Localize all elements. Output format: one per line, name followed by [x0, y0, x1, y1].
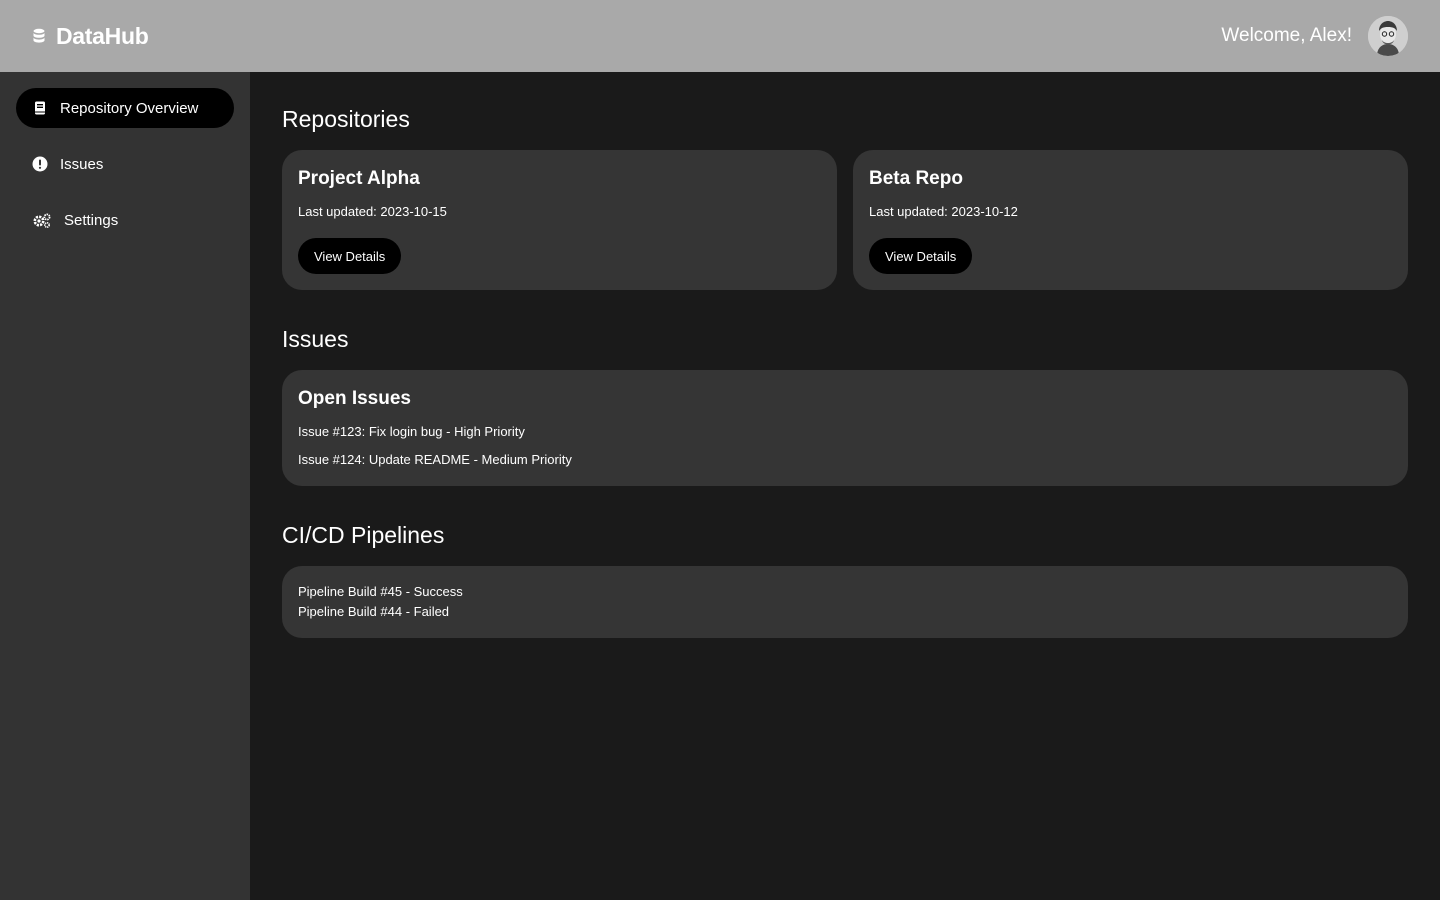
- repository-card: Beta Repo Last updated: 2023-10-12 View …: [853, 150, 1408, 290]
- repository-grid: Project Alpha Last updated: 2023-10-15 V…: [282, 150, 1408, 290]
- welcome-text: Welcome, Alex!: [1221, 25, 1352, 46]
- cogs-icon: [32, 212, 52, 229]
- repository-name: Beta Repo: [869, 168, 963, 189]
- issues-title: Issues: [282, 326, 349, 352]
- database-icon: [32, 28, 46, 44]
- exclamation-circle-icon: [32, 156, 48, 172]
- repository-name: Project Alpha: [298, 168, 420, 189]
- pipelines-card: Pipeline Build #45 - Success Pipeline Bu…: [282, 566, 1408, 638]
- pipeline-item[interactable]: Pipeline Build #45 - Success: [298, 582, 1392, 602]
- issue-item[interactable]: Issue #123: Fix login bug - High Priorit…: [298, 422, 1392, 442]
- sidebar-item-settings[interactable]: Settings: [16, 200, 234, 240]
- pipelines-title: CI/CD Pipelines: [282, 522, 445, 548]
- sidebar-item-label: Issues: [60, 155, 104, 173]
- brand[interactable]: DataHub: [32, 22, 149, 50]
- repositories-title: Repositories: [282, 106, 410, 132]
- user-area: Welcome, Alex!: [1221, 16, 1408, 56]
- main-content: Repositories Project Alpha Last updated:…: [250, 72, 1440, 900]
- sidebar-item-label: Repository Overview: [60, 99, 199, 117]
- brand-name: DataHub: [56, 22, 149, 49]
- sidebar-item-label: Settings: [64, 211, 119, 229]
- user-avatar[interactable]: [1368, 16, 1408, 56]
- sidebar-item-issues[interactable]: Issues: [16, 144, 234, 184]
- top-bar: DataHub Welcome, Alex!: [0, 0, 1440, 72]
- view-details-button[interactable]: View Details: [869, 238, 973, 274]
- repository-updated: Last updated: 2023-10-12: [869, 204, 1018, 219]
- open-issues-card: Open Issues Issue #123: Fix login bug - …: [282, 370, 1408, 486]
- pipeline-item[interactable]: Pipeline Build #44 - Failed: [298, 602, 1392, 622]
- book-icon: [32, 100, 48, 116]
- sidebar: Repository Overview Issues Settings: [0, 72, 250, 900]
- open-issues-title: Open Issues: [298, 388, 411, 409]
- repository-updated: Last updated: 2023-10-15: [298, 204, 447, 219]
- view-details-button[interactable]: View Details: [298, 238, 402, 274]
- issue-item[interactable]: Issue #124: Update README - Medium Prior…: [298, 450, 1392, 470]
- repository-card: Project Alpha Last updated: 2023-10-15 V…: [282, 150, 837, 290]
- sidebar-item-repository-overview[interactable]: Repository Overview: [16, 88, 234, 128]
